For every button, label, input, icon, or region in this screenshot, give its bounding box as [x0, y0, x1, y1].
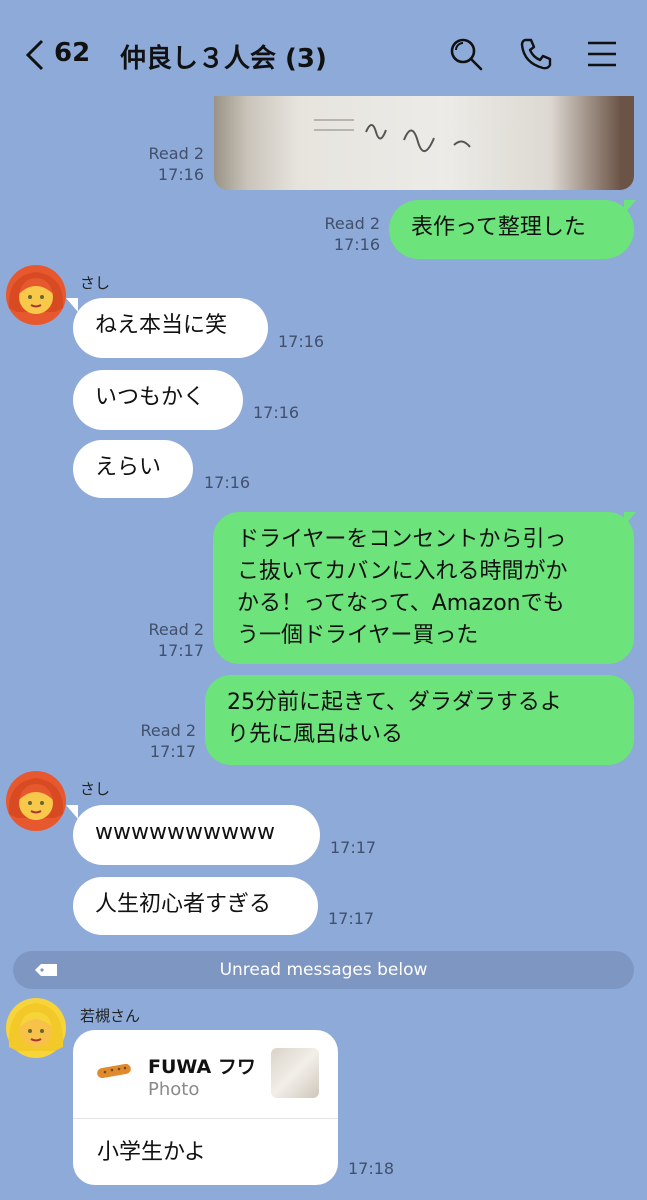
- chat-title: 仲良し３人会 (3): [120, 44, 327, 74]
- outgoing-message[interactable]: ドライヤーをコンセントから引っ こ抜いてカバンに入れる時間がか かる！ってなって…: [213, 512, 634, 664]
- photo-message[interactable]: [214, 90, 634, 190]
- message-line: う一個ドライヤー買った: [237, 623, 479, 648]
- message-line: かる！ってなって、Amazonでも: [237, 591, 565, 616]
- message-line: り先に風呂はいる: [227, 722, 404, 747]
- quoted-subtitle: Photo: [148, 1079, 200, 1100]
- incoming-message[interactable]: えらい: [73, 440, 193, 498]
- message-time: 17:16: [253, 403, 300, 422]
- read-receipt: Read 2 17:16: [148, 144, 204, 184]
- sender-name: さし: [80, 274, 111, 292]
- message-time: 17:18: [348, 1159, 395, 1178]
- sender-name: 若槻さん: [80, 1007, 141, 1025]
- message-line: こ抜いてカバンに入れる時間がか: [237, 559, 568, 584]
- quoted-photo-thumbnail[interactable]: [271, 1048, 319, 1098]
- message-line: ドライヤーをコンセントから引っ: [237, 527, 567, 552]
- bubble-tail: [66, 298, 78, 312]
- back-unread-count[interactable]: 62: [54, 38, 90, 68]
- incoming-message[interactable]: 人生初心者すぎる: [73, 877, 318, 935]
- bubble-tail: [66, 805, 78, 819]
- incoming-message[interactable]: wwwwwwwwww: [73, 805, 320, 865]
- read-receipt: Read 2 17:17: [140, 721, 196, 761]
- message-time: 17:17: [328, 909, 375, 928]
- bubble-tail: [624, 200, 636, 214]
- read-receipt: Read 2 17:16: [324, 214, 380, 254]
- bread-stick-icon: [97, 1063, 131, 1079]
- message-time: 17:17: [330, 838, 377, 857]
- avatar-wakatsuki[interactable]: [5, 997, 67, 1059]
- avatar-sashi[interactable]: [5, 770, 67, 832]
- search-icon[interactable]: [448, 36, 484, 72]
- reply-text: 小学生かよ: [97, 1140, 206, 1165]
- incoming-message[interactable]: ねえ本当に笑: [73, 298, 268, 358]
- read-receipt: Read 2 17:17: [148, 620, 204, 660]
- incoming-message[interactable]: いつもかく: [73, 370, 243, 430]
- unread-divider: Unread messages below: [13, 951, 634, 989]
- quoted-title: FUWA フワ: [148, 1056, 256, 1078]
- message-time: 17:16: [204, 473, 251, 492]
- outgoing-message[interactable]: 表作って整理した: [389, 200, 634, 259]
- photo-content: [314, 119, 471, 152]
- divider: [73, 1118, 338, 1119]
- message-line: 25分前に起きて、ダラダラするよ: [227, 690, 562, 715]
- menu-icon[interactable]: [584, 36, 620, 72]
- tag-icon: [35, 964, 57, 976]
- message-time: 17:16: [278, 332, 325, 351]
- unread-divider-label: Unread messages below: [219, 960, 428, 980]
- bubble-tail: [624, 512, 636, 526]
- sender-name: さし: [80, 780, 111, 798]
- chat-header: 62 仲良し３人会 (3): [0, 0, 647, 96]
- chevron-left-icon[interactable]: [24, 38, 46, 72]
- reply-message-card[interactable]: FUWA フワ Photo 小学生かよ: [73, 1030, 338, 1185]
- phone-icon[interactable]: [518, 36, 554, 72]
- avatar-sashi[interactable]: [5, 264, 67, 326]
- outgoing-message[interactable]: 25分前に起きて、ダラダラするよ り先に風呂はいる: [205, 675, 634, 765]
